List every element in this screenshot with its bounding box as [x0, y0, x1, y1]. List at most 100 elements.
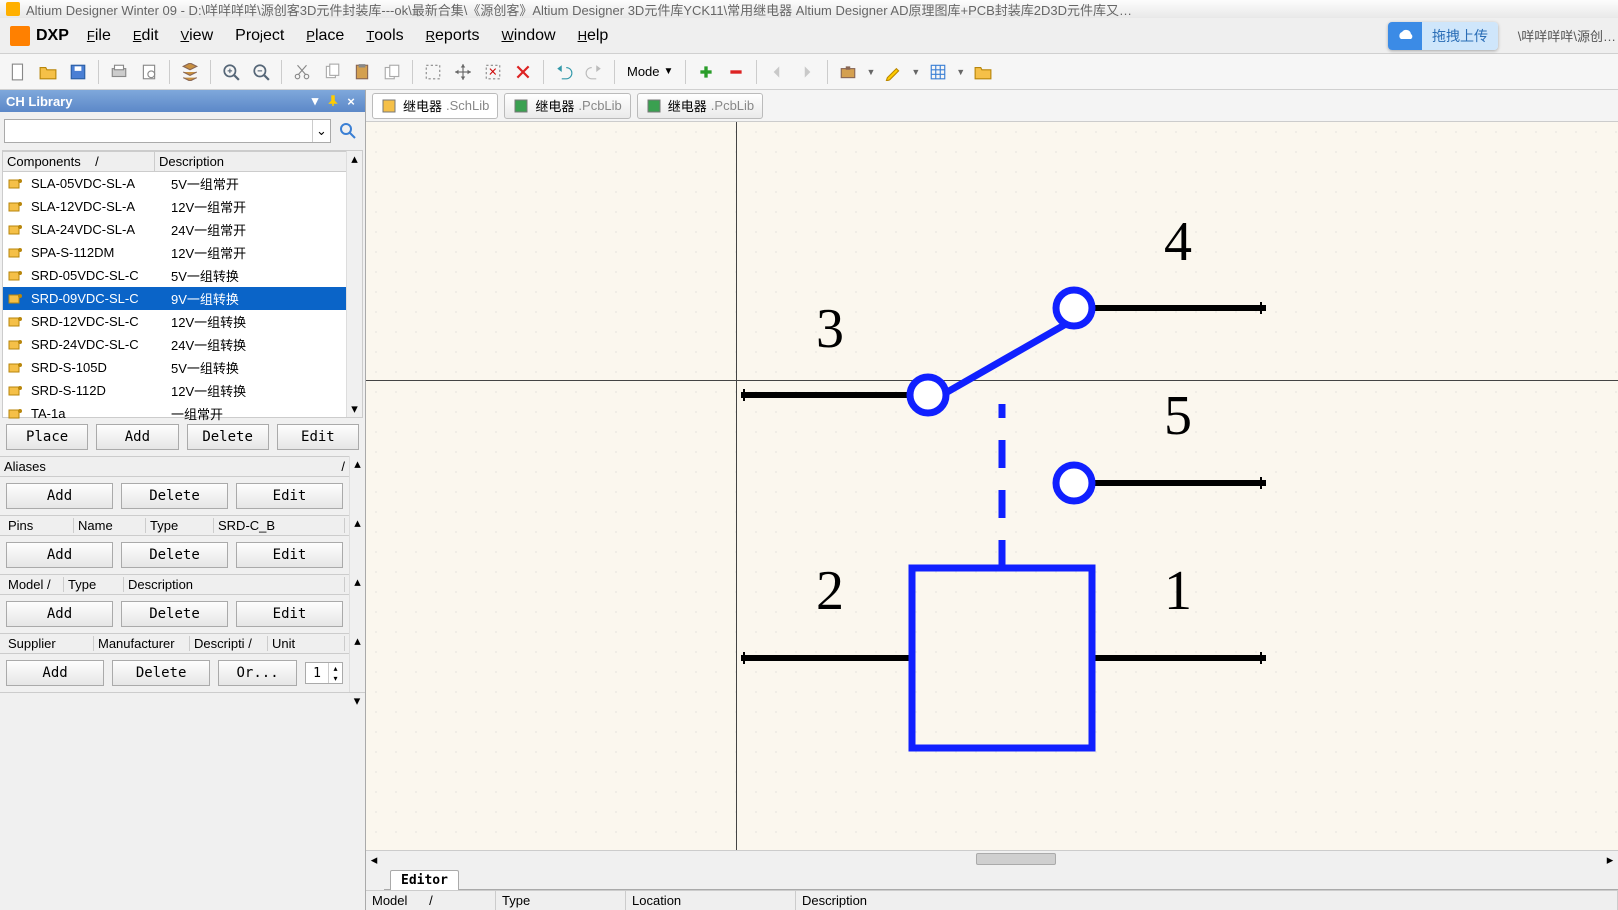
filter-combo[interactable]: ⌄: [4, 119, 331, 143]
new-icon[interactable]: [6, 60, 30, 84]
scroll-thumb[interactable]: [976, 853, 1056, 865]
model-section-header[interactable]: Model / Type Description: [0, 574, 349, 595]
grid-icon[interactable]: [926, 60, 950, 84]
menu-reports[interactable]: Reports: [418, 23, 488, 49]
menu-place[interactable]: Place: [298, 23, 352, 49]
menu-help[interactable]: Help: [570, 23, 617, 49]
component-row[interactable]: SRD-09VDC-SL-C9V一组转换: [3, 287, 362, 310]
component-row[interactable]: SLA-05VDC-SL-A5V一组常开: [3, 172, 362, 195]
aliases-scrollbar[interactable]: ▴: [349, 456, 365, 515]
component-row[interactable]: SLA-24VDC-SL-A24V一组常开: [3, 218, 362, 241]
save-icon[interactable]: [66, 60, 90, 84]
upload-badge[interactable]: 拖拽上传: [1388, 22, 1498, 50]
zoom-in-icon[interactable]: [219, 60, 243, 84]
component-row[interactable]: SRD-S-105D5V一组转换: [3, 356, 362, 379]
undo-icon[interactable]: [552, 60, 576, 84]
edit-button[interactable]: Edit: [277, 424, 359, 450]
panel-scroll-down-icon[interactable]: ▾: [349, 693, 365, 706]
search-icon[interactable]: [335, 118, 361, 144]
select-rect-icon[interactable]: [421, 60, 445, 84]
alias-edit-button[interactable]: Edit: [236, 483, 343, 509]
document-tab[interactable]: 继电器.SchLib: [372, 93, 498, 119]
menu-window[interactable]: Window: [493, 23, 563, 49]
nav-fwd-icon[interactable]: [795, 60, 819, 84]
supplier-delete-button[interactable]: Delete: [112, 660, 210, 686]
pins-header[interactable]: Pins Name Type SRD-C_B: [0, 515, 349, 536]
model-edit-button[interactable]: Edit: [236, 601, 343, 627]
step-down-icon[interactable]: ▾: [328, 673, 342, 683]
pin-delete-button[interactable]: Delete: [121, 542, 228, 568]
canvas-h-scrollbar[interactable]: ◂ ▸: [366, 850, 1618, 868]
pin-edit-button[interactable]: Edit: [236, 542, 343, 568]
component-row[interactable]: TA-1a一组常开: [3, 402, 362, 425]
pin-add-button[interactable]: Add: [6, 542, 113, 568]
scroll-right-icon[interactable]: ▸: [1602, 852, 1618, 868]
menu-edit[interactable]: Edit: [125, 23, 167, 49]
supplier-header[interactable]: Supplier Manufacturer Descripti / Unit: [0, 633, 349, 654]
component-row[interactable]: SRD-05VDC-SL-C5V一组转换: [3, 264, 362, 287]
component-row[interactable]: SRD-12VDC-SL-C12V一组转换: [3, 310, 362, 333]
tool-box-icon[interactable]: [836, 60, 860, 84]
document-tab[interactable]: 继电器.PcbLib: [504, 93, 630, 119]
pins-scrollbar[interactable]: ▴: [349, 515, 365, 574]
folder-icon[interactable]: [971, 60, 995, 84]
scroll-down-icon[interactable]: ▾: [347, 401, 362, 417]
scroll-left-icon[interactable]: ◂: [366, 852, 382, 868]
editor-tab[interactable]: Editor: [390, 870, 459, 890]
model-delete-button[interactable]: Delete: [121, 601, 228, 627]
print-icon[interactable]: [107, 60, 131, 84]
redo-icon[interactable]: [582, 60, 606, 84]
component-row[interactable]: SLA-12VDC-SL-A12V一组常开: [3, 195, 362, 218]
add-part-icon[interactable]: [694, 60, 718, 84]
list-scrollbar[interactable]: ▴ ▾: [346, 151, 362, 417]
deselect-icon[interactable]: ×: [481, 60, 505, 84]
supplier-scrollbar[interactable]: ▴: [349, 633, 365, 692]
mode-dropdown[interactable]: Mode ▼: [623, 64, 677, 79]
model-grid-header[interactable]: Model / Type Location Description: [366, 890, 1618, 910]
aliases-header[interactable]: Aliases/: [0, 456, 349, 477]
menu-tools[interactable]: Tools: [358, 23, 411, 49]
paste-icon[interactable]: [350, 60, 374, 84]
alias-delete-button[interactable]: Delete: [121, 483, 228, 509]
menu-file[interactable]: File: [79, 23, 119, 49]
delete-button[interactable]: Delete: [187, 424, 269, 450]
panel-pin-icon[interactable]: [325, 93, 341, 109]
order-qty-stepper[interactable]: ▴▾: [305, 662, 343, 684]
open-icon[interactable]: [36, 60, 60, 84]
component-row[interactable]: SRD-24VDC-SL-C24V一组转换: [3, 333, 362, 356]
copy-icon[interactable]: [320, 60, 344, 84]
menu-project[interactable]: Project: [227, 23, 292, 49]
component-row[interactable]: SRD-S-112D12V一组转换: [3, 379, 362, 402]
preview-icon[interactable]: [137, 60, 161, 84]
dropdown-icon[interactable]: ⌄: [312, 120, 330, 142]
nav-back-icon[interactable]: [765, 60, 789, 84]
cut-icon[interactable]: [290, 60, 314, 84]
model-add-button[interactable]: Add: [6, 601, 113, 627]
schematic-canvas[interactable]: 4 3 5 2 1: [366, 122, 1618, 850]
alias-add-button[interactable]: Add: [6, 483, 113, 509]
remove-part-icon[interactable]: [724, 60, 748, 84]
place-button[interactable]: Place: [6, 424, 88, 450]
menu-view[interactable]: View: [172, 23, 221, 49]
panel-dropdown-icon[interactable]: ▾: [307, 93, 323, 109]
component-row[interactable]: SPA-S-112DM12V一组常开: [3, 241, 362, 264]
supplier-or-button[interactable]: Or...: [218, 660, 297, 686]
library-icon[interactable]: [178, 60, 202, 84]
duplicate-icon[interactable]: [380, 60, 404, 84]
add-button[interactable]: Add: [96, 424, 178, 450]
document-tab[interactable]: 继电器.PcbLib: [637, 93, 763, 119]
document-tabs: 继电器.SchLib继电器.PcbLib继电器.PcbLib: [366, 90, 1618, 122]
highlight-pen-icon[interactable]: [881, 60, 905, 84]
step-up-icon[interactable]: ▴: [328, 663, 342, 673]
component-list-header[interactable]: Components / Description: [3, 151, 362, 172]
panel-close-icon[interactable]: ×: [343, 93, 359, 109]
model-scrollbar[interactable]: ▴: [349, 574, 365, 633]
order-qty-input[interactable]: [306, 666, 328, 681]
supplier-add-button[interactable]: Add: [6, 660, 104, 686]
component-list[interactable]: Components / Description SLA-05VDC-SL-A5…: [2, 150, 363, 418]
clear-icon[interactable]: [511, 60, 535, 84]
zoom-out-icon[interactable]: [249, 60, 273, 84]
dxp-button[interactable]: DXP: [6, 24, 73, 48]
scroll-up-icon[interactable]: ▴: [347, 151, 362, 167]
move-icon[interactable]: [451, 60, 475, 84]
